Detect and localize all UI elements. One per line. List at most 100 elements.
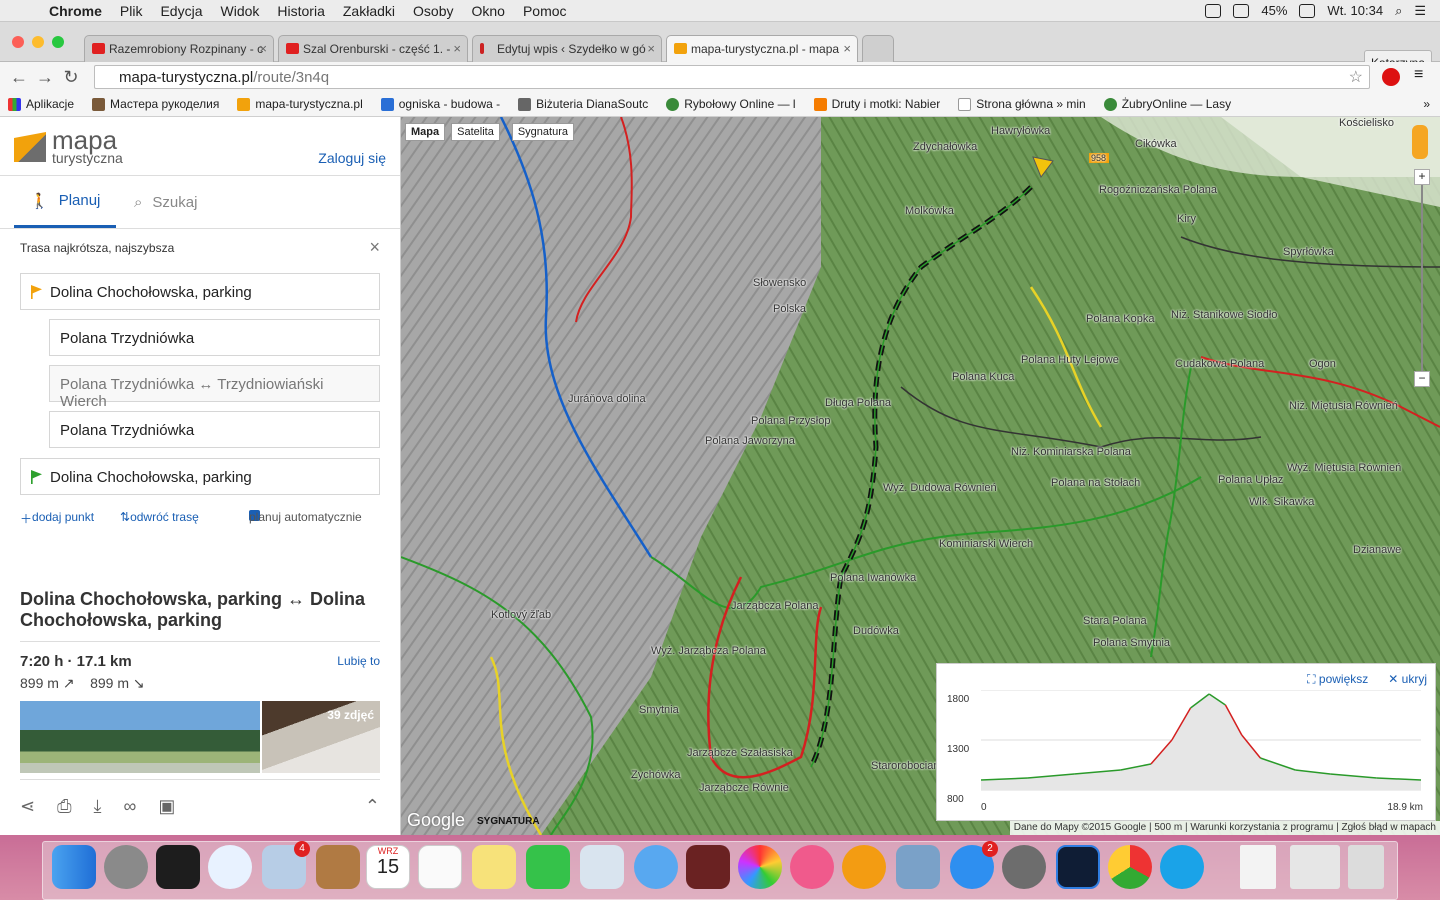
bookmark-star-icon[interactable]: ☆ xyxy=(1349,67,1363,87)
extension-icon[interactable] xyxy=(1382,68,1400,86)
itunes-icon[interactable] xyxy=(790,845,834,889)
zoom-in-button[interactable]: + xyxy=(1414,169,1430,185)
hide-profile-button[interactable]: ✕ ukryj xyxy=(1388,672,1427,687)
finder-icon[interactable] xyxy=(52,845,96,889)
menu-edycja[interactable]: Edycja xyxy=(151,3,211,19)
ibooks-icon[interactable] xyxy=(842,845,886,889)
route-mode-label[interactable]: Trasa najkrótsza, najszybsza xyxy=(20,241,174,255)
close-tab-icon[interactable]: × xyxy=(647,41,655,56)
launchpad-icon[interactable] xyxy=(104,845,148,889)
expand-profile-button[interactable]: ⛶ powiększ xyxy=(1307,672,1368,687)
bookmark-7[interactable]: Druty i motki: Nabier xyxy=(813,97,940,111)
download-icon[interactable]: ⤓ xyxy=(94,796,102,817)
app-store-icon[interactable]: 2 xyxy=(950,841,998,889)
share-icon[interactable]: ⋖ xyxy=(20,796,35,817)
chrome-icon[interactable] xyxy=(1108,845,1152,889)
reverse-route-button[interactable]: ⇅ odwróć trasę xyxy=(120,510,199,524)
wifi-icon[interactable] xyxy=(1233,3,1250,18)
reminders-icon[interactable] xyxy=(418,845,462,889)
mission-control-icon[interactable] xyxy=(156,845,200,889)
zoom-window-button[interactable] xyxy=(52,36,64,48)
more-bookmarks-icon[interactable]: » xyxy=(1423,97,1440,111)
menu-widok[interactable]: Widok xyxy=(212,3,269,19)
safari-icon[interactable] xyxy=(208,845,252,889)
route-photo-gallery[interactable]: 39 zdjęć xyxy=(262,701,380,773)
photoshop-icon[interactable] xyxy=(1056,845,1100,889)
waypoint-2[interactable]: Polana Trzydniówka xyxy=(49,319,380,356)
close-window-button[interactable] xyxy=(12,36,24,48)
menu-zakladki[interactable]: Zakładki xyxy=(334,3,404,19)
menu-historia[interactable]: Historia xyxy=(268,3,333,19)
bookmark-6[interactable]: Rybołowy Online — l xyxy=(666,97,796,111)
menu-plik[interactable]: Plik xyxy=(111,3,152,19)
close-tab-icon[interactable]: × xyxy=(843,41,851,56)
browser-tab-2[interactable]: Szal Orenburski - część 1. - × xyxy=(278,35,468,62)
zoom-slider[interactable] xyxy=(1421,185,1423,371)
notification-center-icon[interactable]: ☰ xyxy=(1414,3,1426,19)
report-error-link[interactable]: Zgłoś błąd w mapach xyxy=(1342,822,1437,833)
zoom-out-button[interactable]: − xyxy=(1414,371,1430,387)
messages-icon[interactable] xyxy=(634,845,678,889)
browser-tab-1[interactable]: Razemrobiony Rozpinany - c × xyxy=(84,35,274,62)
mail-icon[interactable]: 4 xyxy=(262,841,310,889)
bookmark-apps[interactable]: Aplikacje xyxy=(8,97,74,111)
browser-tab-3[interactable]: Edytuj wpis ‹ Szydełko w gó × xyxy=(472,35,662,62)
chevron-up-icon[interactable]: ⌃ xyxy=(365,796,380,817)
waypoint-start[interactable]: Dolina Chochołowska, parking xyxy=(20,273,380,310)
bookmark-8[interactable]: Strona główna » min xyxy=(958,97,1086,111)
reload-icon[interactable]: ↻ xyxy=(58,67,84,88)
waypoint-4[interactable]: Polana Trzydniówka xyxy=(49,411,380,448)
add-point-button[interactable]: ＋ dodaj punkt xyxy=(20,510,94,527)
battery-icon[interactable] xyxy=(1299,3,1316,18)
calendar-icon[interactable]: WRZ 15 xyxy=(366,845,410,889)
waypoint-end[interactable]: Dolina Chochołowska, parking xyxy=(20,458,380,495)
terms-link[interactable]: Warunki korzystania z programu xyxy=(1190,822,1333,833)
route-photo[interactable] xyxy=(20,701,260,773)
clock[interactable]: Wt. 10:34 xyxy=(1327,3,1383,18)
menu-pomoc[interactable]: Pomoc xyxy=(514,3,576,19)
close-tab-icon[interactable]: × xyxy=(453,41,461,56)
forward-arrow-icon[interactable]: → xyxy=(32,67,58,88)
map-type-mapa[interactable]: Mapa xyxy=(405,123,446,141)
document-icon[interactable] xyxy=(1240,845,1276,889)
maps-icon[interactable] xyxy=(580,845,624,889)
contacts-icon[interactable] xyxy=(316,845,360,889)
trash-icon[interactable] xyxy=(1348,845,1384,889)
photo-booth-icon[interactable] xyxy=(686,845,730,889)
link-icon[interactable]: ∞ xyxy=(123,796,136,817)
chrome-menu-icon[interactable]: ≡ xyxy=(1414,66,1423,84)
menu-app[interactable]: Chrome xyxy=(40,3,111,19)
tab-search[interactable]: ⌕ Szukaj xyxy=(118,176,213,228)
map-type-sygnatura[interactable]: Sygnatura xyxy=(511,123,574,141)
browser-tab-4[interactable]: mapa-turystyczna.pl - mapa × xyxy=(666,35,858,62)
save-icon[interactable]: ▣ xyxy=(158,796,175,817)
downloads-stack-icon[interactable] xyxy=(1290,845,1340,889)
bookmark-9[interactable]: ŻubryOnline — Lasy xyxy=(1103,97,1231,111)
address-bar[interactable]: mapa-turystyczna.pl/route/3n4q ☆ xyxy=(94,65,1370,89)
menu-okno[interactable]: Okno xyxy=(462,3,513,19)
close-tab-icon[interactable]: × xyxy=(259,41,267,56)
tab-plan[interactable]: 🚶 Planuj xyxy=(14,176,117,228)
minimize-window-button[interactable] xyxy=(32,36,44,48)
preview-icon[interactable] xyxy=(896,845,940,889)
bookmark-3[interactable]: mapa-turystyczna.pl xyxy=(237,97,363,111)
skype-icon[interactable] xyxy=(1160,845,1204,889)
like-link[interactable]: Lubię to xyxy=(337,654,380,668)
pegman-icon[interactable] xyxy=(1412,125,1428,159)
print-icon[interactable]: ⎙ xyxy=(57,796,71,817)
bookmark-4[interactable]: ogniska - budowa - xyxy=(380,97,500,111)
back-arrow-icon[interactable]: ← xyxy=(6,67,32,88)
map-canvas[interactable]: Mapa Satelita Sygnatura + − Hawryłówka Zd… xyxy=(401,117,1440,835)
menu-osoby[interactable]: Osoby xyxy=(404,3,462,19)
facetime-icon[interactable] xyxy=(526,845,570,889)
clear-route-icon[interactable]: × xyxy=(369,237,380,258)
new-tab-button[interactable] xyxy=(862,35,894,62)
photos-icon[interactable] xyxy=(738,845,782,889)
login-link[interactable]: Zaloguj się xyxy=(318,150,386,166)
map-type-satelita[interactable]: Satelita xyxy=(451,123,500,141)
bookmark-5[interactable]: Biżuteria DianaSoutc xyxy=(518,97,648,111)
system-preferences-icon[interactable] xyxy=(1002,845,1046,889)
notes-icon[interactable] xyxy=(472,845,516,889)
logo[interactable]: mapa turystyczna xyxy=(14,127,123,165)
bookmark-2[interactable]: Мастера рукоделия xyxy=(92,97,219,111)
